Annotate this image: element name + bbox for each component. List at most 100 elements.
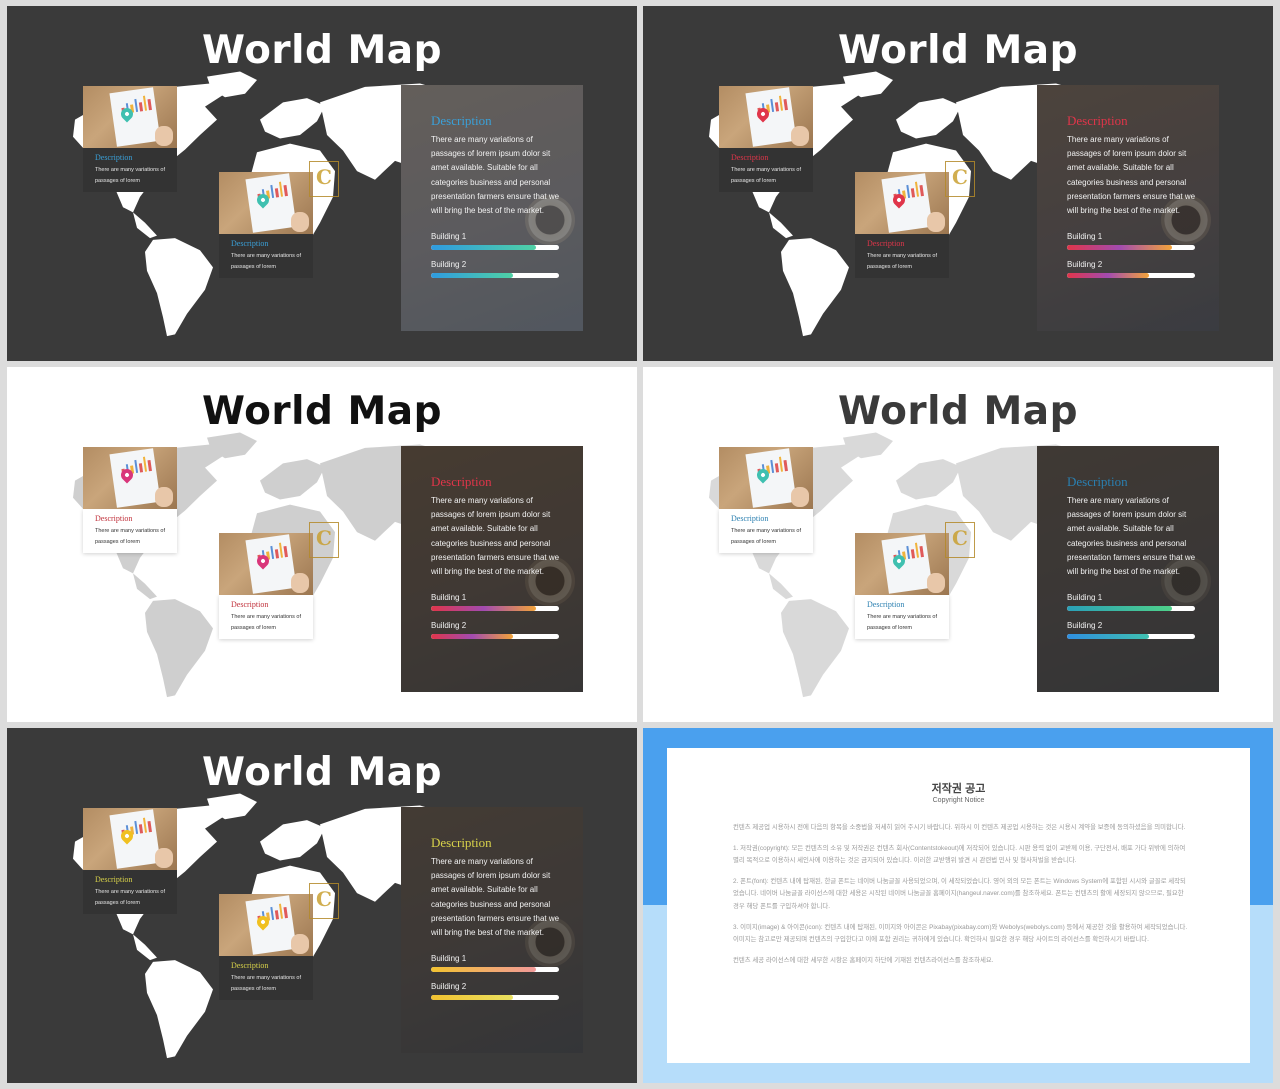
- panel-content: Description There are many variations of…: [1067, 474, 1199, 640]
- description-panel: Description There are many variations of…: [1037, 85, 1219, 331]
- copyright-slide: 저작권 공고 Copyright Notice 컨텐츠 제공업 시용하시 전에 …: [643, 728, 1273, 1083]
- building-1-label: Building 1: [431, 232, 467, 242]
- description-card: Description There are many variations of…: [219, 172, 313, 278]
- world-map-slide-4: World Map Description There are many var…: [643, 367, 1273, 722]
- card-info: Description There are many variations of…: [219, 956, 313, 1000]
- building-2-progress-fill: [431, 995, 513, 1001]
- card-text: There are many variations of passages of…: [731, 167, 802, 184]
- card-text: There are many variations of passages of…: [95, 167, 166, 184]
- description-card: Description There are many variations of…: [219, 894, 313, 1000]
- card-photo: [83, 86, 177, 148]
- card-info: Description There are many variations of…: [83, 148, 177, 192]
- panel-content: Description There are many variations of…: [431, 474, 563, 640]
- card-info: Description There are many variations of…: [855, 595, 949, 639]
- brand-logo: C: [945, 522, 975, 558]
- building-2-label: Building 2: [431, 260, 467, 270]
- hand-graphic: [291, 934, 309, 954]
- slide-title: World Map: [201, 750, 443, 795]
- description-panel: Description There are many variations of…: [401, 807, 583, 1053]
- card-text: There are many variations of passages of…: [95, 528, 166, 545]
- panel-title: Description: [431, 835, 492, 850]
- panel-content: Description There are many variations of…: [431, 835, 563, 1001]
- building-2-progress-fill: [431, 634, 513, 640]
- panel-text: There are many variations of passages of…: [1067, 496, 1196, 577]
- description-card: Description There are many variations of…: [219, 533, 313, 639]
- panel-content: Description There are many variations of…: [431, 113, 563, 279]
- world-map-slide-5: World Map Description There are many var…: [7, 728, 637, 1083]
- card-info: Description There are many variations of…: [719, 509, 813, 553]
- card-title: Description: [867, 239, 905, 248]
- brand-logo: C: [309, 161, 339, 197]
- copyright-subtitle: Copyright Notice: [932, 797, 985, 804]
- building-1-label: Building 1: [431, 593, 467, 603]
- card-info: Description There are many variations of…: [219, 234, 313, 278]
- card-title: Description: [95, 875, 133, 884]
- description-card: Description There are many variations of…: [83, 808, 177, 914]
- building-1-progress-track: [431, 967, 559, 973]
- panel-title: Description: [431, 474, 492, 489]
- card-title: Description: [231, 239, 269, 248]
- building-2-progress-track: [1067, 634, 1195, 640]
- card-info: Description There are many variations of…: [83, 509, 177, 553]
- panel-text: There are many variations of passages of…: [1067, 135, 1196, 216]
- card-text: There are many variations of passages of…: [231, 253, 302, 270]
- card-title: Description: [731, 514, 769, 523]
- card-text: There are many variations of passages of…: [231, 975, 302, 992]
- building-1-label: Building 1: [1067, 232, 1103, 242]
- copyright-section-2: 2. 폰트(font): 컨텐츠 내에 탑재된, 한글 폰트는 네이버 나눔글꼴…: [733, 877, 1186, 910]
- description-panel: Description There are many variations of…: [401, 85, 583, 331]
- copyright-body: 컨텐츠 제공업 시용하시 전에 다음의 항목을 소중법을 저세히 읽어 주시기 …: [733, 822, 1189, 975]
- slide-title: World Map: [837, 389, 1079, 434]
- hand-graphic: [927, 212, 945, 232]
- card-info: Description There are many variations of…: [855, 234, 949, 278]
- copyright-intro: 컨텐츠 제공업 시용하시 전에 다음의 항목을 소중법을 저세히 읽어 주시기 …: [733, 824, 1186, 831]
- card-photo: [855, 172, 949, 234]
- card-text: There are many variations of passages of…: [95, 889, 166, 906]
- card-info: Description There are many variations of…: [719, 148, 813, 192]
- card-photo: [719, 447, 813, 509]
- brand-logo: C: [945, 161, 975, 197]
- building-2-label: Building 2: [431, 621, 467, 631]
- building-2-progress-track: [431, 995, 559, 1001]
- building-1-label: Building 1: [1067, 593, 1103, 603]
- card-title: Description: [95, 514, 133, 523]
- description-card: Description There are many variations of…: [719, 447, 813, 553]
- hand-graphic: [291, 573, 309, 593]
- building-2-label: Building 2: [431, 982, 467, 992]
- card-text: There are many variations of passages of…: [231, 614, 302, 631]
- hand-graphic: [155, 848, 173, 868]
- description-card: Description There are many variations of…: [719, 86, 813, 192]
- card-title: Description: [731, 153, 769, 162]
- hand-graphic: [155, 126, 173, 146]
- building-2-label: Building 2: [1067, 260, 1103, 270]
- slide-title: World Map: [201, 389, 443, 434]
- description-card: Description There are many variations of…: [83, 86, 177, 192]
- card-photo: [219, 172, 313, 234]
- card-photo: [855, 533, 949, 595]
- card-photo: [83, 447, 177, 509]
- building-2-label: Building 2: [1067, 621, 1103, 631]
- hand-graphic: [927, 573, 945, 593]
- card-photo: [83, 808, 177, 870]
- world-map-slide-3: World Map Description There are many var…: [7, 367, 637, 722]
- card-photo: [219, 894, 313, 956]
- building-1-progress-track: [1067, 245, 1195, 251]
- card-info: Description There are many variations of…: [219, 595, 313, 639]
- slide-title: World Map: [201, 28, 443, 73]
- building-1-progress-track: [431, 606, 559, 612]
- building-2-progress-fill: [1067, 634, 1149, 640]
- description-panel: Description There are many variations of…: [401, 446, 583, 692]
- hand-graphic: [155, 487, 173, 507]
- card-text: There are many variations of passages of…: [867, 253, 938, 270]
- building-1-progress-fill: [431, 245, 536, 251]
- building-1-progress-fill: [1067, 606, 1172, 612]
- card-title: Description: [231, 600, 269, 609]
- panel-title: Description: [431, 113, 492, 128]
- copyright-title: 저작권 공고: [931, 783, 986, 795]
- description-card: Description There are many variations of…: [855, 172, 949, 278]
- building-1-label: Building 1: [431, 954, 467, 964]
- brand-logo: C: [309, 883, 339, 919]
- card-title: Description: [95, 153, 133, 162]
- card-title: Description: [231, 961, 269, 970]
- hand-graphic: [791, 487, 809, 507]
